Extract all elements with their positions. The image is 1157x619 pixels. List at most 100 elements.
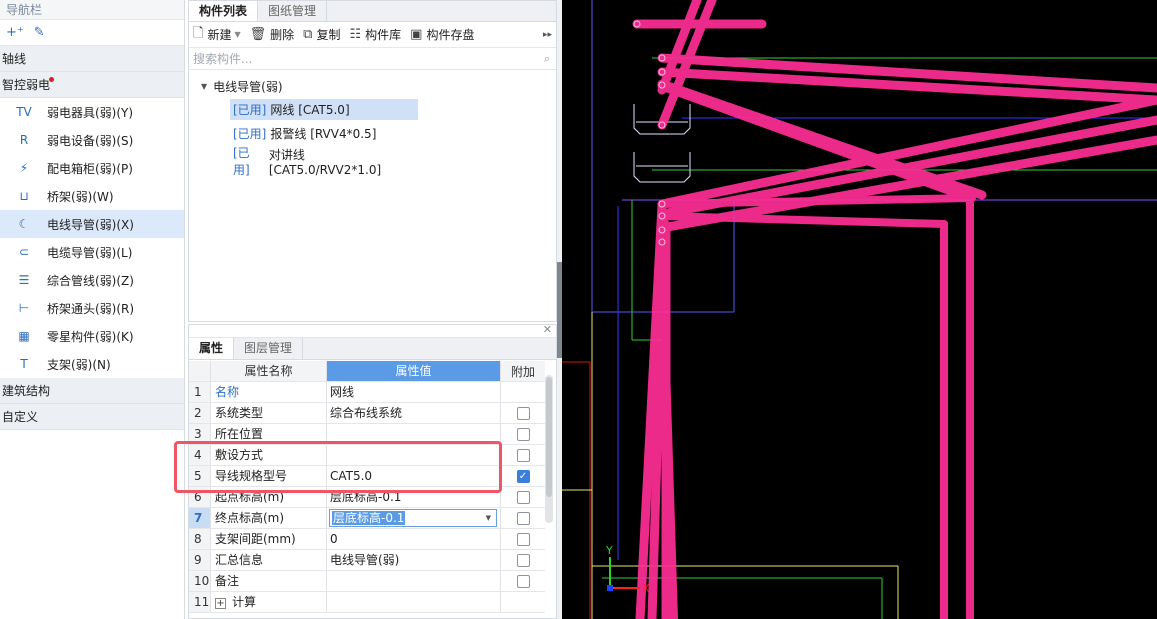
property-extra — [501, 445, 545, 465]
component-library-button[interactable]: ☷ 构件库 — [349, 26, 401, 43]
cad-drawing-canvas[interactable]: Y X — [562, 0, 1157, 619]
property-value[interactable]: 层底标高-0.1 — [327, 487, 501, 507]
property-row[interactable]: 9 汇总信息 电线导管(弱) — [189, 550, 545, 571]
property-value[interactable]: 0 — [327, 529, 501, 549]
extra-checkbox[interactable] — [516, 511, 530, 525]
nav-item[interactable]: ⊢ 桥架通头(弱)(R) — [0, 294, 184, 322]
tab-drawing-management[interactable]: 图纸管理 — [258, 1, 328, 21]
property-extra — [501, 571, 545, 591]
property-row[interactable]: 5 导线规格型号 CAT5.0 ✓ — [189, 466, 545, 487]
property-value[interactable]: 综合布线系统 — [327, 403, 501, 423]
close-icon[interactable]: ✕ — [543, 323, 552, 336]
component-search-input[interactable] — [193, 51, 544, 66]
property-extra: ✓ — [501, 466, 545, 486]
nav-section-custom[interactable]: 自定义 — [0, 404, 184, 430]
property-value[interactable] — [327, 445, 501, 465]
property-row[interactable]: 1 名称 网线 — [189, 382, 545, 403]
nav-item[interactable]: R 弱电设备(弱)(S) — [0, 126, 184, 154]
properties-scrollbar[interactable] — [545, 375, 553, 523]
nav-item-label: 综合管线(弱)(Z) — [47, 273, 134, 288]
nav-item[interactable]: ☾ 电线导管(弱)(X) — [0, 210, 184, 238]
nav-section-building-structure[interactable]: 建筑结构 — [0, 378, 184, 404]
nav-item[interactable]: ▦ 零星构件(弱)(K) — [0, 322, 184, 350]
extra-checkbox[interactable] — [516, 427, 530, 441]
tree-item[interactable]: [已用] 报警线 [RVV4*0.5] — [230, 123, 418, 144]
property-name: 备注 — [211, 571, 327, 591]
selected-value-text: 层底标高-0.1 — [332, 511, 406, 525]
tree-item[interactable]: [已用] 网线 [CAT5.0] — [230, 99, 418, 120]
extra-checkbox[interactable] — [516, 574, 530, 588]
tab-properties[interactable]: 属性 — [189, 338, 235, 359]
nav-item[interactable]: ⚡ 配电箱柜(弱)(P) — [0, 154, 184, 182]
tv-device-icon: TV — [16, 105, 32, 119]
tree-item[interactable]: [已用] 对讲线 [CAT5.0/RVV2*1.0] — [230, 146, 418, 177]
row-number: 2 — [189, 403, 211, 423]
property-extra — [501, 487, 545, 507]
toolbar-overflow-icon[interactable]: ▸▸ — [543, 30, 552, 40]
chevron-down-icon[interactable]: ▼ — [486, 508, 491, 528]
property-row[interactable]: 6 起点标高(m) 层底标高-0.1 — [189, 487, 545, 508]
copy-button[interactable]: ⧉ 复制 — [303, 26, 340, 43]
property-name: 名称 — [211, 382, 327, 402]
property-name: 汇总信息 — [211, 550, 327, 570]
property-extra — [501, 382, 545, 402]
chevron-down-icon[interactable]: ▼ — [234, 30, 240, 39]
property-row[interactable]: 2 系统类型 综合布线系统 — [189, 403, 545, 424]
expand-icon[interactable]: + — [215, 598, 226, 609]
row-number: 9 — [189, 550, 211, 570]
library-icon: ☷ — [349, 27, 362, 42]
caret-down-icon[interactable]: ▼ — [201, 82, 207, 91]
extra-checkbox[interactable] — [516, 532, 530, 546]
property-value[interactable] — [327, 592, 501, 612]
extra-checkbox[interactable] — [516, 448, 530, 462]
integrated-pipeline-icon: ☰ — [18, 273, 30, 287]
nav-item[interactable]: ☰ 综合管线(弱)(Z) — [0, 266, 184, 294]
property-row[interactable]: 4 敷设方式 — [189, 445, 545, 466]
header-property-value: 属性值 — [327, 361, 501, 381]
nav-item[interactable]: ⊂ 电缆导管(弱)(L) — [0, 238, 184, 266]
extra-checkbox[interactable] — [516, 406, 530, 420]
property-value[interactable]: 层底标高-0.1 ▼ — [327, 508, 501, 528]
property-row[interactable]: 10 备注 — [189, 571, 545, 592]
nav-item-label: 配电箱柜(弱)(P) — [47, 161, 133, 176]
tab-layer-management[interactable]: 图层管理 — [234, 338, 304, 359]
component-save-button[interactable]: ▣ 构件存盘 — [410, 26, 474, 43]
tree-children: [已用] 网线 [CAT5.0] [已用] 报警线 [RVV4*0.5] [已用] 对讲线… — [189, 98, 556, 177]
property-value[interactable]: 网线 — [327, 382, 501, 402]
property-name-text: 计算 — [232, 595, 257, 609]
search-icon[interactable]: ⌕ — [544, 52, 550, 66]
extra-checkbox[interactable] — [516, 553, 530, 567]
property-value[interactable] — [327, 571, 501, 591]
delete-button[interactable]: 🗑 删除 — [250, 26, 295, 43]
tab-component-list[interactable]: 构件列表 — [189, 1, 259, 21]
property-value[interactable] — [327, 424, 501, 444]
end-elevation-select[interactable]: 层底标高-0.1 ▼ — [329, 509, 497, 527]
add-icon[interactable]: +⁺ — [6, 25, 24, 40]
component-tree: ▼ 电线导管(弱) [已用] 网线 [CAT5.0] [已用] 报警线 [RVV4*0… — [189, 70, 556, 177]
row-number: 5 — [189, 466, 211, 486]
extra-checkbox[interactable]: ✓ — [516, 469, 530, 483]
new-button[interactable]: 🗋 新建 ▼ — [193, 24, 241, 46]
property-value[interactable]: CAT5.0 — [327, 466, 501, 486]
edit-icon[interactable]: ✎ — [34, 25, 45, 40]
nav-item[interactable]: T 支架(弱)(N) — [0, 350, 184, 378]
nav-item[interactable]: TV 弱电器具(弱)(Y) — [0, 98, 184, 126]
conduit-run — [658, 194, 976, 208]
nav-section-smart-weak-current[interactable]: 智控弱电 — [0, 72, 184, 98]
nav-title: 导航栏 — [0, 0, 184, 20]
nav-item-label: 弱电器具(弱)(Y) — [47, 105, 134, 120]
component-tabbar: 构件列表 图纸管理 — [189, 1, 556, 22]
property-name: 系统类型 — [211, 403, 327, 423]
property-row[interactable]: 11 + 计算 — [189, 592, 545, 613]
property-extra — [501, 508, 545, 528]
property-row[interactable]: 3 所在位置 — [189, 424, 545, 445]
property-name: 支架间距(mm) — [211, 529, 327, 549]
extra-checkbox[interactable] — [516, 490, 530, 504]
tree-root-wire-conduit[interactable]: ▼ 电线导管(弱) — [189, 74, 556, 98]
nav-item[interactable]: ⊔ 桥架(弱)(W) — [0, 182, 184, 210]
property-value[interactable]: 电线导管(弱) — [327, 550, 501, 570]
property-row[interactable]: 7 终点标高(m) 层底标高-0.1 ▼ — [189, 508, 545, 529]
nav-section-axis[interactable]: 轴线 — [0, 46, 184, 72]
property-row[interactable]: 8 支架间距(mm) 0 — [189, 529, 545, 550]
axis-x-label: X — [642, 582, 650, 595]
